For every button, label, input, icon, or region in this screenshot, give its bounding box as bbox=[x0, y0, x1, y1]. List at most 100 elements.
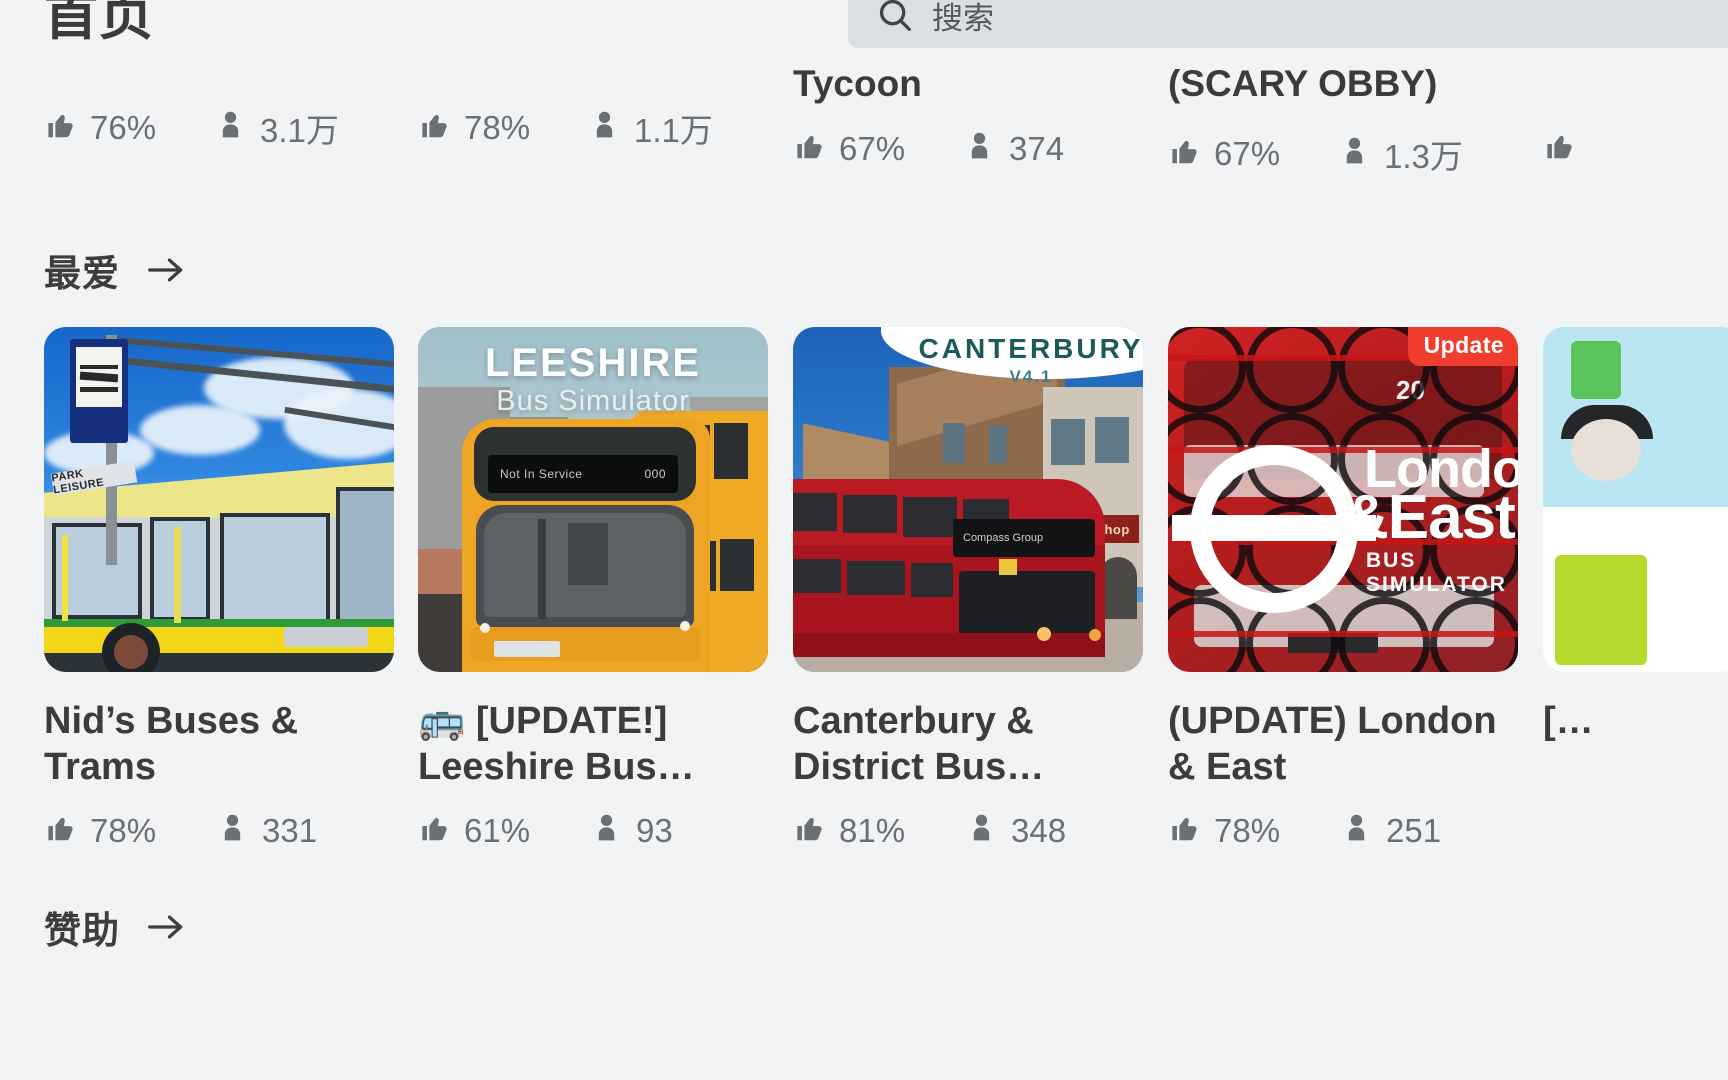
game-card-london-and-east[interactable]: 20 Londo &East BUS SIMULATOR Update (UPD… bbox=[1168, 327, 1518, 850]
thumbs-up-icon bbox=[44, 109, 77, 147]
players-stat: 374 bbox=[963, 130, 1064, 168]
top-card-stats: 76% 3.1万 bbox=[44, 104, 394, 152]
top-card-3[interactable]: Tycoon 67% 374 bbox=[793, 60, 1143, 168]
thumbs-up-icon bbox=[44, 812, 77, 850]
rating-stat: 78% bbox=[418, 109, 588, 147]
search-bar[interactable]: 搜索 bbox=[848, 0, 1728, 48]
section-title: 赞助 bbox=[44, 910, 120, 951]
search-placeholder: 搜索 bbox=[932, 0, 994, 36]
players-stat: 93 bbox=[590, 812, 673, 850]
game-stats: 61% 93 bbox=[418, 812, 768, 850]
game-art-banner: CANTERBURY bbox=[918, 333, 1143, 364]
rating-stat: 78% bbox=[1168, 812, 1340, 850]
game-art-subtitle: Bus Simulator bbox=[496, 385, 690, 417]
section-header-sponsored[interactable]: 赞助 bbox=[44, 900, 188, 954]
game-card-leeshire-bus-simulator[interactable]: Not In Service 000 LEESHIRE Bus Simulato… bbox=[418, 327, 768, 850]
game-art-line2: &East bbox=[1344, 483, 1516, 552]
top-card-2[interactable]: 78% 1.1万 bbox=[418, 60, 768, 152]
top-card-title: Tycoon bbox=[793, 63, 922, 104]
rating-value: 81% bbox=[839, 812, 906, 849]
rating-value: 78% bbox=[1214, 812, 1281, 849]
top-game-row: 76% 3.1万 78% 1.1万 Tycoon 67% 374 (SCARY … bbox=[0, 60, 1728, 210]
game-thumbnail[interactable]: Not In Service 000 LEESHIRE Bus Simulato… bbox=[418, 327, 768, 672]
top-card-title: (SCARY OBBY) bbox=[1168, 63, 1438, 104]
rating-stat: 67% bbox=[793, 130, 963, 168]
players-stat: 251 bbox=[1340, 812, 1441, 850]
rating-value: 67% bbox=[1214, 135, 1281, 172]
game-title: [… bbox=[1543, 700, 1594, 742]
route-number: 000 bbox=[644, 467, 666, 481]
arrow-right-icon[interactable] bbox=[146, 912, 188, 942]
rating-value: 76% bbox=[90, 109, 157, 146]
game-art-line3: BUS SIMULATOR bbox=[1366, 549, 1507, 596]
player-count-icon bbox=[963, 130, 996, 168]
game-thumbnail[interactable]: Avatar Shop Compass Group bbox=[793, 327, 1143, 672]
player-count-icon bbox=[216, 812, 249, 850]
players-value: 374 bbox=[1009, 130, 1065, 167]
players-value: 251 bbox=[1386, 812, 1442, 849]
bus-destination: Compass Group bbox=[963, 532, 1044, 544]
player-count-icon bbox=[214, 109, 247, 147]
game-card-nids-buses-and-trams[interactable]: PARK LEISURE Nid’s Buses & Trams 78% 331 bbox=[44, 327, 394, 850]
roblox-home-page: 首页 搜索 76% 3.1万 78% 1.1万 Tycoon 67% 374 (… bbox=[0, 0, 1728, 1080]
players-value: 3.1万 bbox=[260, 112, 339, 149]
game-card-canterbury-district-bus[interactable]: Avatar Shop Compass Group bbox=[793, 327, 1143, 850]
top-card-5[interactable] bbox=[1543, 60, 1728, 168]
section-title: 最爱 bbox=[44, 253, 120, 294]
players-value: 93 bbox=[636, 812, 673, 849]
rating-stat: 81% bbox=[793, 812, 965, 850]
game-art-title: LEESHIRE bbox=[484, 341, 702, 385]
players-value: 331 bbox=[262, 812, 318, 849]
thumbs-up-icon bbox=[793, 130, 826, 168]
rating-value: 61% bbox=[464, 812, 531, 849]
game-stats: 78% 251 bbox=[1168, 812, 1518, 850]
game-card-partial[interactable]: [… bbox=[1543, 327, 1728, 744]
game-thumbnail[interactable]: PARK LEISURE bbox=[44, 327, 394, 672]
players-value: 1.1万 bbox=[634, 112, 713, 149]
players-stat: 348 bbox=[965, 812, 1066, 850]
search-icon bbox=[876, 0, 914, 34]
thumbs-up-icon bbox=[1543, 130, 1576, 168]
rating-value: 78% bbox=[464, 109, 531, 146]
top-card-stats: 78% 1.1万 bbox=[418, 104, 768, 152]
player-count-icon bbox=[1338, 135, 1371, 173]
rating-stat: 78% bbox=[44, 812, 216, 850]
thumbs-up-icon bbox=[793, 812, 826, 850]
top-card-4[interactable]: (SCARY OBBY) 67% 1.3万 bbox=[1168, 60, 1518, 178]
top-card-title bbox=[44, 60, 394, 82]
thumbs-up-icon bbox=[1168, 812, 1201, 850]
players-stat: 1.3万 bbox=[1338, 130, 1463, 178]
game-title: 🚌 [UPDATE!] Leeshire Bus… bbox=[418, 700, 695, 788]
thumbs-up-icon bbox=[1168, 135, 1201, 173]
rating-stat: 67% bbox=[1168, 135, 1338, 173]
rating-stat bbox=[1543, 130, 1589, 168]
top-card-title bbox=[418, 60, 768, 82]
rating-stat: 61% bbox=[418, 812, 590, 850]
rating-stat: 76% bbox=[44, 109, 214, 147]
game-stats: 78% 331 bbox=[44, 812, 394, 850]
game-title: (UPDATE) London & East bbox=[1168, 700, 1497, 788]
rating-value: 67% bbox=[839, 130, 906, 167]
game-title: Nid’s Buses & Trams bbox=[44, 700, 299, 788]
destination-text: Not In Service bbox=[500, 467, 583, 481]
page-title: 首页 bbox=[44, 0, 154, 46]
players-stat: 3.1万 bbox=[214, 104, 339, 152]
top-card-stats: 67% 1.3万 bbox=[1168, 130, 1518, 178]
player-count-icon bbox=[590, 812, 623, 850]
arrow-right-icon[interactable] bbox=[146, 255, 188, 285]
player-count-icon bbox=[1340, 812, 1373, 850]
game-art-version: V4.1 bbox=[1009, 367, 1053, 386]
game-title: Canterbury & District Bus… bbox=[793, 700, 1045, 788]
top-card-1[interactable]: 76% 3.1万 bbox=[44, 60, 394, 152]
section-header-favorites[interactable]: 最爱 bbox=[44, 243, 188, 297]
players-stat: 1.1万 bbox=[588, 104, 713, 152]
players-value: 348 bbox=[1011, 812, 1067, 849]
thumbs-up-icon bbox=[418, 109, 451, 147]
update-badge: Update bbox=[1407, 327, 1518, 366]
game-thumbnail[interactable]: 20 Londo &East BUS SIMULATOR Update bbox=[1168, 327, 1518, 672]
rating-value: 78% bbox=[90, 812, 157, 849]
game-thumbnail[interactable] bbox=[1543, 327, 1728, 672]
players-value: 1.3万 bbox=[1384, 138, 1463, 175]
players-stat: 331 bbox=[216, 812, 317, 850]
player-count-icon bbox=[588, 109, 621, 147]
